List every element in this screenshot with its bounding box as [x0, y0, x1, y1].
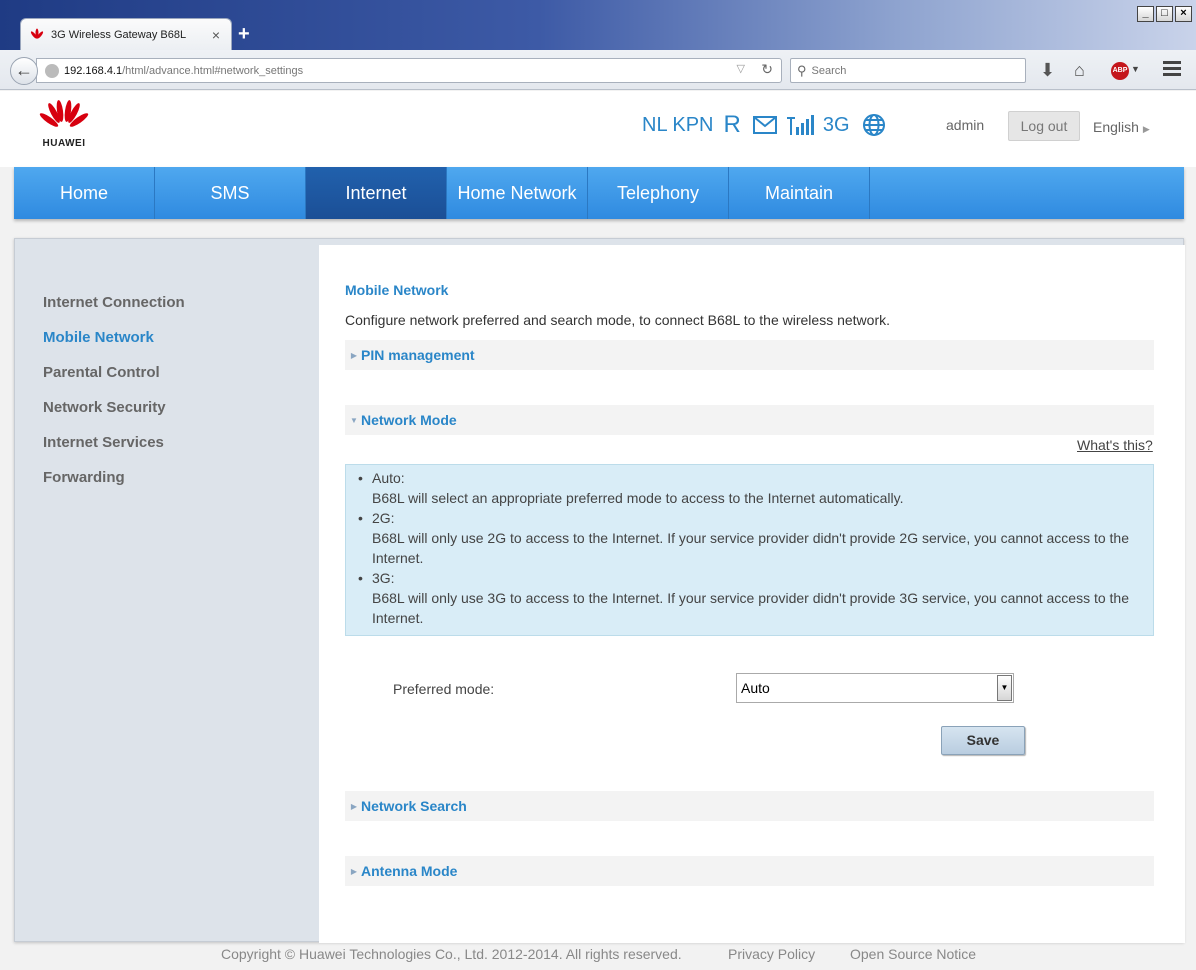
logo-text: HUAWEI [42, 138, 86, 149]
username: admin [946, 117, 985, 133]
operator-name: NL KPN [642, 113, 714, 136]
info-item-auto: • Auto: B68L will select an appropriate p… [358, 468, 1141, 508]
roaming-indicator: R [723, 111, 741, 138]
back-arrow-icon: ← [15, 60, 33, 80]
info-label: Auto: [372, 470, 405, 486]
close-window-button[interactable]: × [1175, 6, 1192, 22]
huawei-logo: HUAWEI [36, 98, 92, 149]
bullet-icon: • [358, 510, 363, 526]
caret-right-icon: ▶ [350, 801, 358, 811]
sidebar-item-internet-connection[interactable]: Internet Connection [43, 294, 185, 329]
main-panel: Mobile Network Configure network preferr… [319, 245, 1185, 943]
section-title: Network Search [361, 798, 467, 814]
url-dropdown-icon[interactable]: ▽ [737, 62, 745, 75]
reload-icon[interactable]: ↻ [761, 61, 773, 78]
language-selector[interactable]: English ▶ [1093, 119, 1150, 135]
info-text: B68L will only use 3G to access to the I… [372, 590, 1129, 626]
browser-titlebar: 3G Wireless Gateway B68L × + _ □ × [0, 0, 1196, 50]
search-input[interactable]: ⚲ Search [790, 58, 1026, 83]
nav-sms[interactable]: SMS [155, 167, 306, 219]
info-item-3g: • 3G: B68L will only use 3G to access to … [358, 568, 1141, 628]
tab-title: 3G Wireless Gateway B68L [51, 28, 187, 41]
section-pin-management[interactable]: ▶ PIN management [345, 340, 1154, 370]
nav-maintain[interactable]: Maintain [729, 167, 870, 219]
main-nav: Home SMS Internet Home Network Telephony… [14, 167, 1184, 219]
network-type-indicator: 3G [822, 113, 850, 136]
caret-down-icon: ▼ [350, 415, 358, 425]
content-area: Internet Connection Mobile Network Paren… [14, 238, 1185, 943]
language-label: English [1093, 119, 1139, 135]
maximize-button[interactable]: □ [1156, 6, 1173, 22]
open-source-notice-link[interactable]: Open Source Notice [850, 946, 976, 962]
nav-home-network[interactable]: Home Network [447, 167, 588, 219]
sidebar: Internet Connection Mobile Network Paren… [43, 294, 185, 504]
copyright-text: Copyright © Huawei Technologies Co., Ltd… [221, 946, 682, 962]
dropdown-arrow-icon[interactable]: ▼ [997, 675, 1012, 701]
page-title: Mobile Network [345, 282, 449, 298]
chevron-right-icon: ▶ [1142, 124, 1150, 134]
whats-this-link[interactable]: What's this? [1077, 437, 1153, 453]
preferred-mode-value: Auto [741, 680, 770, 696]
privacy-policy-link[interactable]: Privacy Policy [728, 946, 815, 962]
preferred-mode-select[interactable]: Auto ▼ [736, 673, 1014, 703]
internet-globe-icon [862, 114, 885, 136]
search-icon: ⚲ [797, 62, 807, 78]
info-item-2g: • 2G: B68L will only use 2G to access to … [358, 508, 1141, 568]
page-description: Configure network preferred and search m… [345, 312, 890, 328]
huawei-logo-icon [39, 100, 89, 127]
caret-right-icon: ▶ [350, 866, 358, 876]
sidebar-item-parental-control[interactable]: Parental Control [43, 364, 185, 399]
info-label: 2G: [372, 510, 395, 526]
caret-right-icon: ▶ [350, 350, 358, 360]
save-button[interactable]: Save [941, 726, 1025, 755]
adblock-icon[interactable]: ABP [1111, 62, 1129, 80]
section-network-search[interactable]: ▶ Network Search [345, 791, 1154, 821]
minimize-button[interactable]: _ [1137, 6, 1154, 22]
sidebar-item-internet-services[interactable]: Internet Services [43, 434, 185, 469]
download-icon[interactable]: ⬇ [1040, 60, 1055, 80]
nav-internet[interactable]: Internet [306, 167, 447, 219]
preferred-mode-label: Preferred mode: [393, 681, 495, 697]
logout-button[interactable]: Log out [1008, 111, 1080, 141]
status-bar: NL KPN R 3G [642, 111, 886, 139]
new-tab-button[interactable]: + [238, 22, 250, 46]
back-button[interactable]: ← [10, 57, 38, 85]
info-label: 3G: [372, 570, 395, 586]
huawei-favicon-icon [30, 28, 44, 39]
sidebar-item-mobile-network[interactable]: Mobile Network [43, 329, 185, 364]
section-title: Antenna Mode [361, 863, 458, 879]
url-host: 192.168.4.1 [64, 64, 123, 77]
section-title: Network Mode [361, 412, 457, 428]
nav-home[interactable]: Home [14, 167, 155, 219]
tab-close-icon[interactable]: × [209, 27, 223, 43]
section-antenna-mode[interactable]: ▶ Antenna Mode [345, 856, 1154, 886]
browser-tab[interactable]: 3G Wireless Gateway B68L × [20, 18, 232, 50]
home-icon[interactable]: ⌂ [1074, 60, 1085, 80]
url-path: /html/advance.html#network_settings [122, 64, 304, 77]
hamburger-menu-icon[interactable] [1163, 61, 1181, 79]
search-placeholder: Search [811, 64, 847, 77]
window-controls: _ □ × [1137, 6, 1192, 22]
section-network-mode[interactable]: ▼ Network Mode [345, 405, 1154, 435]
network-mode-info-box: • Auto: B68L will select an appropriate p… [345, 464, 1154, 636]
nav-telephony[interactable]: Telephony [588, 167, 729, 219]
section-title: PIN management [361, 347, 475, 363]
info-text: B68L will select an appropriate preferre… [372, 490, 904, 506]
site-identity-icon[interactable] [45, 63, 59, 78]
mail-icon[interactable] [752, 116, 777, 134]
sidebar-item-network-security[interactable]: Network Security [43, 399, 185, 434]
browser-toolbar: 192.168.4.1/html/advance.html#network_se… [0, 50, 1196, 90]
url-bar[interactable]: 192.168.4.1/html/advance.html#network_se… [36, 58, 782, 83]
page-header: HUAWEI NL KPN R 3G admin Log out English… [0, 91, 1196, 167]
footer: Copyright © Huawei Technologies Co., Ltd… [0, 944, 1196, 964]
signal-strength-icon [786, 115, 814, 135]
info-text: B68L will only use 2G to access to the I… [372, 530, 1129, 566]
sidebar-item-forwarding[interactable]: Forwarding [43, 469, 185, 504]
bullet-icon: • [358, 470, 363, 486]
adblock-dropdown-icon[interactable]: ▼ [1131, 64, 1140, 74]
bullet-icon: • [358, 570, 363, 586]
